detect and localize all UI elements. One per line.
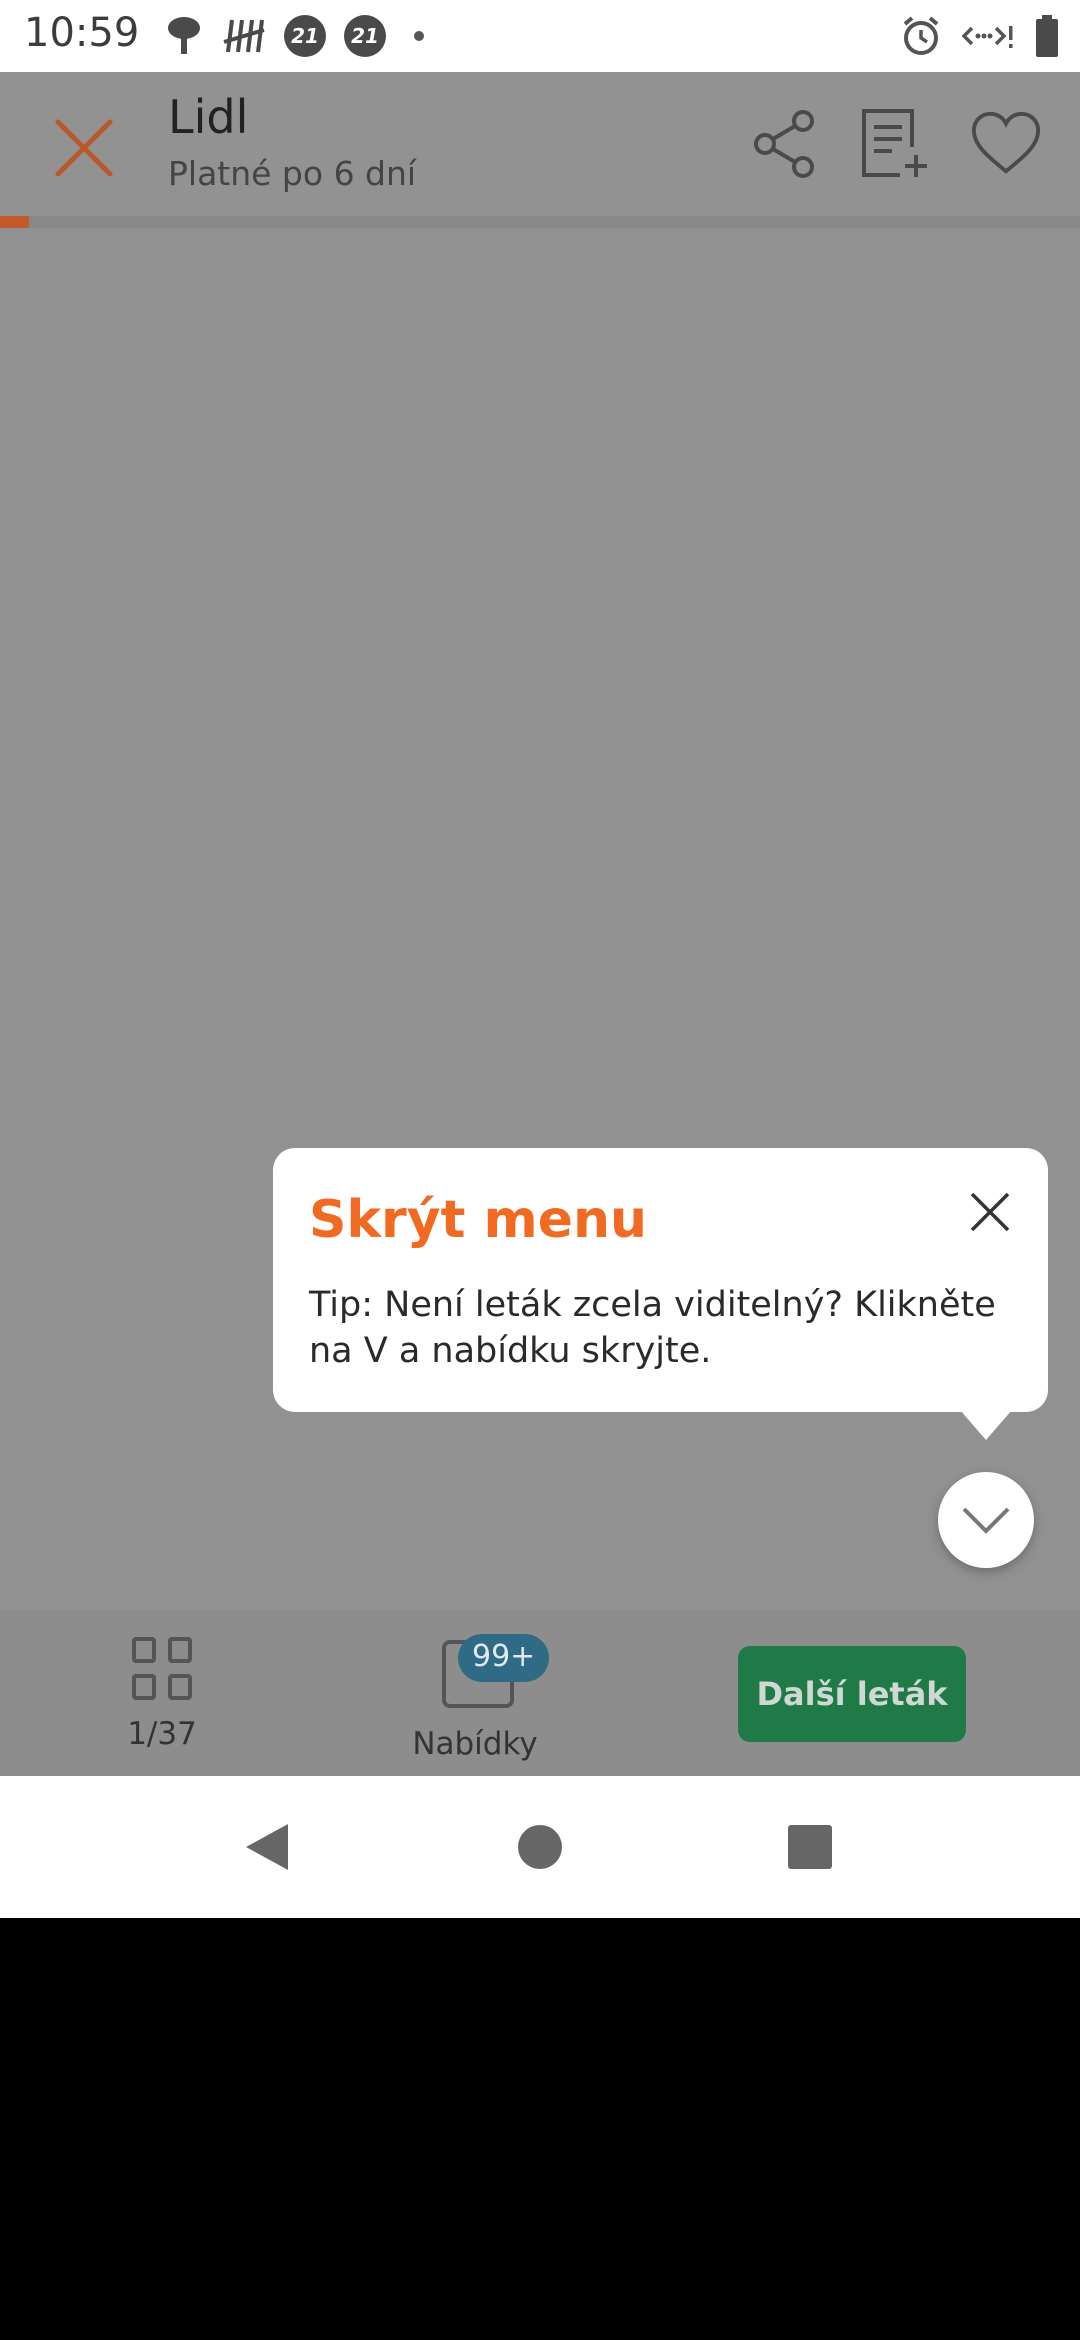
add-to-list-button[interactable] (860, 106, 932, 182)
close-icon (970, 1192, 1010, 1232)
app-screen: 10:59 21 21 Lidl Platné po 6 dní Skrýt m… (0, 0, 1080, 1918)
page-progress-bar (0, 216, 1080, 228)
app-21-icon: 21 (284, 15, 326, 57)
grid-icon (132, 1637, 192, 1700)
share-icon (754, 110, 814, 178)
close-button[interactable] (48, 112, 120, 184)
status-time: 10:59 (24, 10, 140, 56)
system-nav-bar (0, 1776, 1080, 1918)
next-leaflet-button[interactable]: Další leták (738, 1646, 966, 1742)
page-progress-fill (0, 216, 30, 228)
status-icons-left: 21 21 (164, 12, 424, 60)
home-circle-icon (518, 1825, 562, 1869)
share-button[interactable] (750, 106, 822, 182)
validity-subtitle: Platné po 6 dní (168, 154, 417, 193)
app-header: Lidl Platné po 6 dní (0, 72, 1080, 216)
offers-label: Nabídky (412, 1726, 538, 1762)
header-actions (750, 106, 1042, 182)
data-saver-icon (962, 18, 1014, 54)
tally-icon (222, 16, 266, 56)
tooltip-title: Skrýt menu (309, 1190, 648, 1250)
page-counter: 1/37 (127, 1716, 197, 1752)
list-add-icon (862, 109, 927, 177)
hide-menu-button[interactable] (938, 1472, 1034, 1568)
battery-icon (1034, 15, 1060, 57)
offers-count-badge: 99+ (458, 1634, 550, 1682)
heart-icon (971, 111, 1041, 174)
tooltip-text: Tip: Není leták zcela viditelný? Kliknět… (309, 1285, 996, 1371)
status-icons-right (900, 12, 1060, 60)
nav-home-button[interactable] (505, 1812, 575, 1882)
pages-overview-button[interactable]: 1/37 (110, 1636, 214, 1752)
chevron-down-icon (962, 1507, 1010, 1534)
dot-icon (414, 31, 424, 41)
tooltip-close-button[interactable] (962, 1184, 1018, 1240)
favorite-button[interactable] (970, 106, 1042, 182)
store-title: Lidl (168, 90, 249, 144)
alarm-icon (900, 15, 942, 57)
recents-square-icon (788, 1825, 832, 1869)
offers-button[interactable]: 99+ Nabídky (400, 1634, 550, 1762)
nav-recents-button[interactable] (775, 1812, 845, 1882)
back-triangle-icon (246, 1824, 288, 1870)
status-bar: 10:59 21 21 (0, 0, 1080, 72)
bottom-bar: 1/37 99+ Nabídky Další leták (0, 1610, 1080, 1776)
nav-back-button[interactable] (232, 1812, 302, 1882)
tooltip-arrow (960, 1410, 1012, 1440)
weather-icon (164, 14, 204, 58)
close-icon (55, 119, 113, 177)
app-21-icon: 21 (344, 15, 386, 57)
hide-menu-tooltip: Skrýt menu Tip: Není leták zcela viditel… (273, 1148, 1048, 1412)
